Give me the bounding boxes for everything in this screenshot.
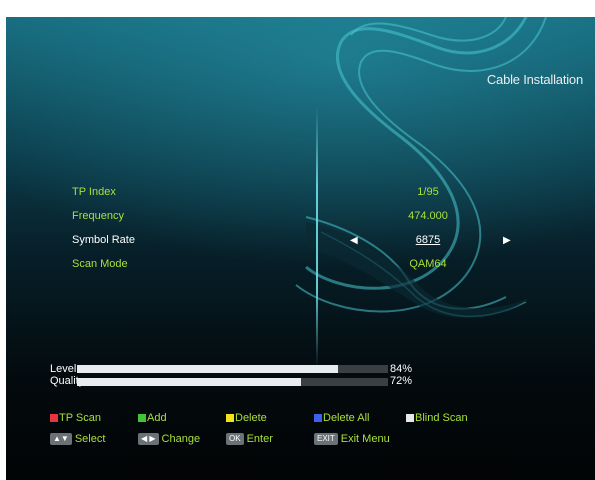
white-key-icon <box>406 414 414 423</box>
page-title: Cable Installation <box>486 72 583 87</box>
yellow-key-icon <box>226 414 234 423</box>
key-blind-scan[interactable]: Blind Scan <box>406 412 468 424</box>
nav-label: Change <box>161 433 201 445</box>
setting-row-symbol-rate[interactable]: Symbol Rate ◀ 6875 ▶ <box>6 234 595 254</box>
setting-label: Frequency <box>72 210 124 222</box>
nav-label: Exit Menu <box>340 433 390 445</box>
quality-bar <box>77 378 388 386</box>
level-label: Level <box>50 363 77 375</box>
setting-value: 474.000 <box>408 210 448 222</box>
arrow-right-icon[interactable]: ▶ <box>503 235 511 246</box>
setting-row-scan-mode[interactable]: Scan Mode QAM64 <box>6 258 595 278</box>
setting-value: 6875 <box>415 234 441 246</box>
setting-label: Scan Mode <box>72 258 128 270</box>
quality-bar-fill <box>77 378 301 386</box>
level-bar-fill <box>77 365 339 373</box>
setting-row-frequency[interactable]: Frequency 474.000 <box>6 210 595 230</box>
setting-label: TP Index <box>72 186 116 198</box>
setting-row-tp-index[interactable]: TP Index 1/95 <box>6 186 595 206</box>
setting-value: 1/95 <box>417 186 439 198</box>
nav-label: Select <box>74 433 106 445</box>
red-key-icon <box>50 414 58 423</box>
green-key-icon <box>138 414 146 423</box>
key-label: Delete <box>235 412 267 424</box>
key-delete-all[interactable]: Delete All <box>314 412 369 424</box>
setting-value: QAM64 <box>409 258 447 270</box>
key-label: TP Scan <box>59 412 101 424</box>
nav-label: Enter <box>246 433 273 445</box>
key-add[interactable]: Add <box>138 412 167 424</box>
key-label: Blind Scan <box>415 412 468 424</box>
tv-screen: Cable Installation TP Index 1/95 Frequen… <box>6 17 595 480</box>
key-label: Delete All <box>323 412 370 424</box>
nav-select[interactable]: ▲▼ Select <box>50 433 106 446</box>
ok-key-icon: OK <box>226 433 244 446</box>
level-bar <box>77 365 388 373</box>
setting-label: Symbol Rate <box>72 234 135 246</box>
quality-percent: 72% <box>390 375 413 387</box>
key-delete[interactable]: Delete <box>226 412 267 424</box>
key-tp-scan[interactable]: TP Scan <box>50 412 101 424</box>
left-right-key-icon: ◀ ▶ <box>138 433 159 446</box>
nav-enter[interactable]: OK Enter <box>226 433 273 446</box>
key-label: Add <box>147 412 167 424</box>
blue-key-icon <box>314 414 322 423</box>
nav-change[interactable]: ◀ ▶ Change <box>138 433 201 446</box>
exit-key-icon: EXIT <box>314 433 338 446</box>
arrow-left-icon[interactable]: ◀ <box>350 235 358 246</box>
level-percent: 84% <box>390 363 413 375</box>
up-down-key-icon: ▲▼ <box>50 433 72 446</box>
nav-exit-menu[interactable]: EXIT Exit Menu <box>314 433 390 446</box>
